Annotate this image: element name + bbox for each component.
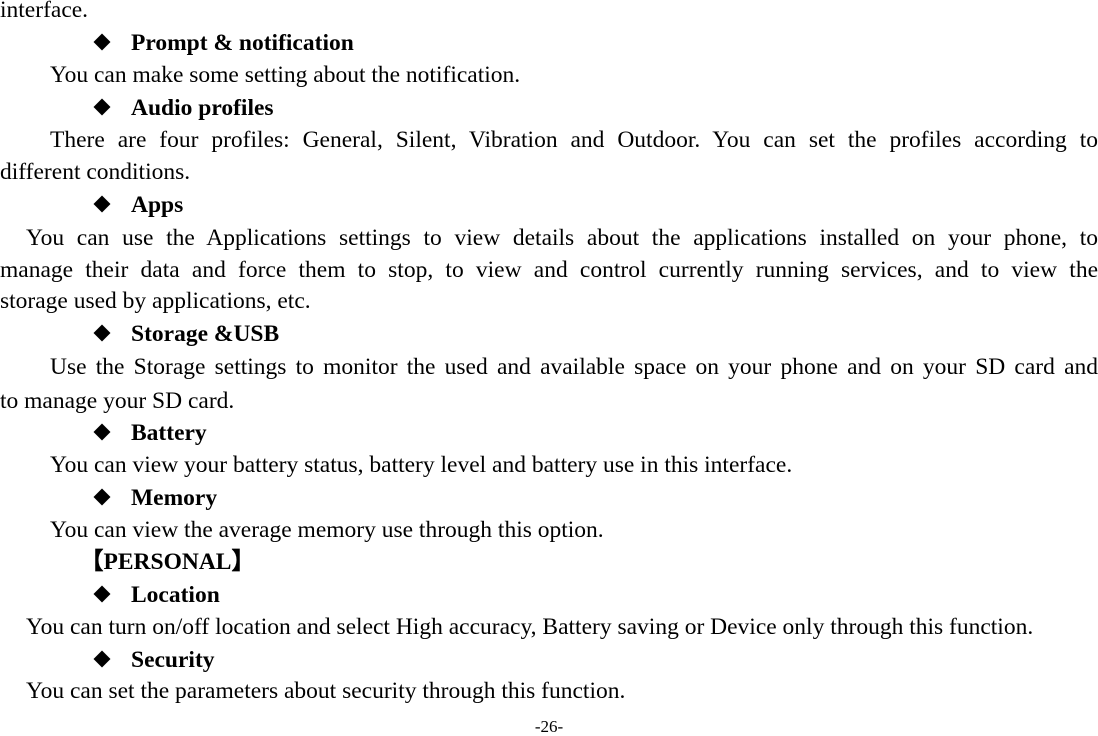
diamond-bullet-icon: [93, 33, 111, 51]
section-heading-battery: Battery: [92, 419, 207, 447]
body-text-audio-profiles-2: different conditions.: [0, 159, 191, 185]
body-text-apps-1: You can use the Applications settings to…: [26, 225, 1098, 251]
body-text-storage-usb-2: to manage your SD card.: [0, 388, 235, 414]
body-text-prompt-notification: You can make some setting about the noti…: [50, 62, 521, 88]
heading-text: Security: [131, 647, 215, 673]
section-heading-storage-usb: Storage &USB: [92, 320, 279, 348]
body-text-audio-profiles-1: There are four profiles: General, Silent…: [50, 127, 1098, 153]
intro-tail-text: interface.: [0, 0, 89, 23]
section-heading-audio-profiles: Audio profiles: [92, 94, 274, 122]
heading-text: Location: [131, 582, 220, 608]
body-text-storage-usb-1: Use the Storage settings to monitor the …: [50, 354, 1098, 380]
heading-text: Storage &USB: [131, 321, 280, 347]
diamond-bullet-icon: [93, 324, 111, 342]
diamond-bullet-icon: [93, 488, 111, 506]
heading-text: Audio profiles: [131, 95, 274, 121]
body-text-memory: You can view the average memory use thro…: [50, 517, 604, 543]
body-text-location: You can turn on/off location and select …: [26, 614, 1034, 640]
section-heading-prompt-notification: Prompt & notification: [92, 29, 354, 57]
body-text-battery: You can view your battery status, batter…: [50, 452, 793, 478]
body-text-apps-3: storage used by applications, etc.: [0, 288, 311, 314]
heading-text: Memory: [131, 485, 218, 511]
body-text-apps-2: manage their data and force them to stop…: [0, 257, 1098, 283]
diamond-bullet-icon: [93, 195, 111, 213]
diamond-bullet-icon: [93, 98, 111, 116]
heading-text: Apps: [131, 192, 184, 218]
diamond-bullet-icon: [93, 650, 111, 668]
section-heading-security: Security: [92, 646, 215, 674]
group-label-personal: 【PERSONAL】: [80, 549, 255, 575]
diamond-bullet-icon: [93, 585, 111, 603]
heading-text: Battery: [131, 420, 207, 446]
section-heading-apps: Apps: [92, 191, 183, 219]
diamond-bullet-icon: [93, 423, 111, 441]
heading-text: Prompt & notification: [131, 30, 354, 56]
section-heading-location: Location: [92, 581, 220, 609]
body-text-security: You can set the parameters about securit…: [26, 678, 626, 704]
section-heading-memory: Memory: [92, 484, 217, 512]
page-number: -26-: [534, 717, 564, 736]
